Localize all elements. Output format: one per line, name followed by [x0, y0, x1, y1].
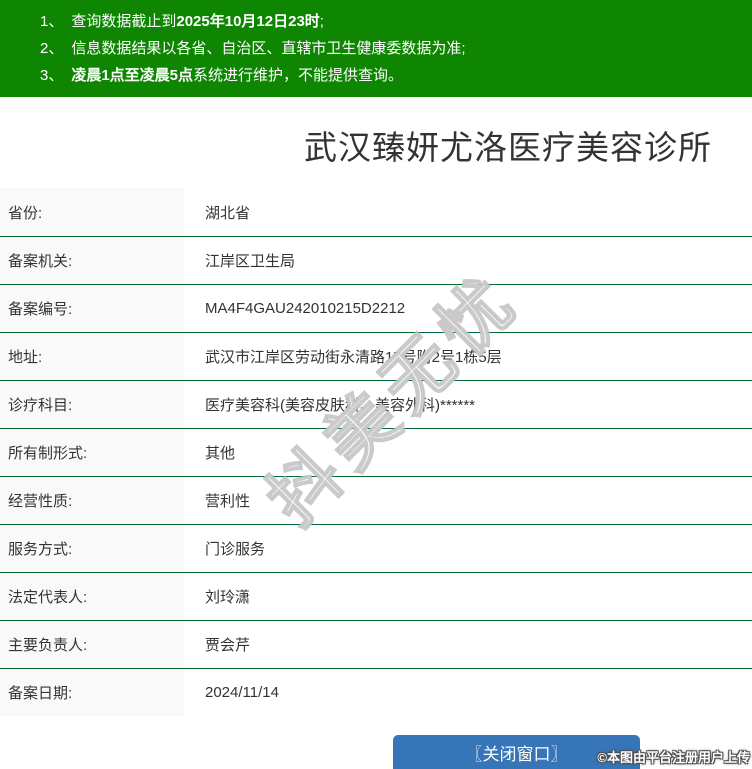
field-value: 贾会芹	[205, 637, 251, 654]
table-row-filing-authority: 备案机关: 江岸区卫生局	[0, 236, 752, 284]
notice-line-2-text: 信息数据结果以各省、自治区、直辖市卫生健康委数据为准;	[71, 40, 466, 57]
field-value: 医疗美容科(美容皮肤科、美容外科)******	[205, 397, 476, 414]
table-row-main-responsible-person: 主要负责人: 贾会芹	[0, 620, 752, 668]
field-label: 法定代表人:	[0, 573, 184, 620]
field-value: 营利性	[205, 493, 251, 510]
table-row-legal-representative: 法定代表人: 刘玲潇	[0, 572, 752, 620]
notice-line-1-number: 1、	[40, 13, 64, 30]
notice-line-1-text: 查询数据截止到	[71, 13, 177, 30]
field-value: 湖北省	[205, 204, 251, 222]
field-value: MA4F4GAU242010215D2212	[205, 300, 406, 317]
notice-line-1: 1、 查询数据截止到2025年10月12日23时;	[0, 8, 752, 35]
notice-line-3-bold-text: 凌晨1点至凌晨5点	[71, 67, 194, 84]
field-label: 服务方式:	[0, 525, 184, 572]
field-value: 2024/11/14	[205, 684, 279, 701]
field-label: 诊疗科目:	[0, 381, 184, 428]
uploaded-by-user-badge: ©本图由平台注册用户上传	[597, 750, 750, 765]
field-label: 省份:	[0, 188, 184, 236]
field-value: 武汉市江岸区劳动街永清路17号附2号1栋5层	[205, 349, 502, 366]
table-row-ownership-form: 所有制形式: 其他	[0, 428, 752, 476]
table-row-service-mode: 服务方式: 门诊服务	[0, 524, 752, 572]
notice-line-2: 2、 信息数据结果以各省、自治区、直辖市卫生健康委数据为准;	[0, 35, 752, 62]
table-row-medical-subjects: 诊疗科目: 医疗美容科(美容皮肤科、美容外科)******	[0, 380, 752, 428]
table-row-filing-number: 备案编号: MA4F4GAU242010215D2212	[0, 284, 752, 332]
notice-line-3: 3、 凌晨1点至凌晨5点系统进行维护，不能提供查询。	[0, 62, 752, 89]
field-label: 备案日期:	[0, 669, 184, 716]
record-table: 省份: 湖北省 备案机关: 江岸区卫生局 备案编号: MA4F4GAU24201…	[0, 188, 752, 716]
notice-line-1-tail: ;	[319, 13, 324, 30]
field-label: 备案编号:	[0, 285, 184, 332]
field-label: 备案机关:	[0, 237, 184, 284]
notice-line-3-number: 3、	[40, 67, 64, 84]
table-row-province: 省份: 湖北省	[0, 188, 752, 236]
field-value: 江岸区卫生局	[205, 253, 296, 270]
table-row-address: 地址: 武汉市江岸区劳动街永清路17号附2号1栋5层	[0, 332, 752, 380]
notice-line-2-number: 2、	[40, 40, 64, 57]
table-row-filing-date: 备案日期: 2024/11/14	[0, 668, 752, 716]
page-title: 武汉臻妍尤洛医疗美容诊所	[304, 129, 712, 166]
field-label: 所有制形式:	[0, 429, 184, 476]
notice-line-3-tail: 系统进行维护，不能提供查询。	[193, 67, 404, 84]
field-label: 主要负责人:	[0, 621, 184, 668]
title-row: 武汉臻妍尤洛医疗美容诊所	[0, 125, 752, 171]
field-value: 其他	[205, 445, 236, 462]
notice-line-1-bold-text: 2025年10月12日23时	[176, 13, 320, 30]
field-label: 经营性质:	[0, 477, 184, 524]
field-value: 刘玲潇	[205, 589, 251, 606]
table-row-business-nature: 经营性质: 营利性	[0, 476, 752, 524]
notice-bar: 1、 查询数据截止到2025年10月12日23时; 2、 信息数据结果以各省、自治区…	[0, 0, 752, 97]
field-label: 地址:	[0, 333, 184, 380]
field-value: 门诊服务	[205, 541, 266, 558]
